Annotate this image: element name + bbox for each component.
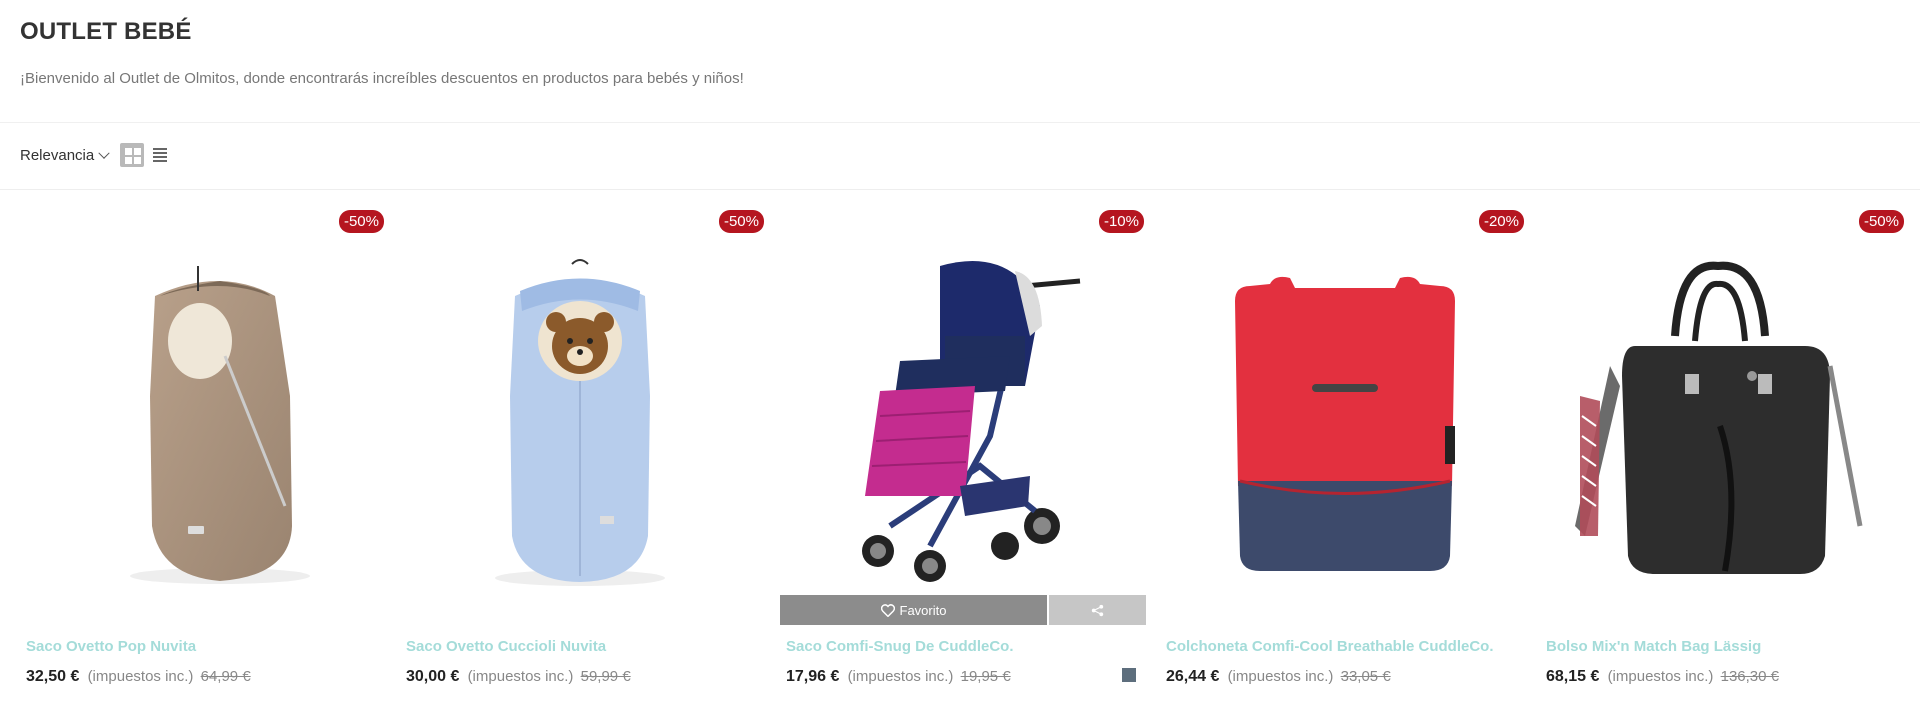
tax-note: (impuestos inc.) bbox=[1227, 668, 1334, 685]
product-image[interactable] bbox=[400, 226, 766, 596]
product-price: 17,96 € bbox=[786, 668, 840, 685]
share-icon bbox=[1091, 604, 1104, 616]
tax-note: (impuestos inc.) bbox=[847, 668, 954, 685]
grid-view-button[interactable] bbox=[120, 143, 144, 167]
page-description: ¡Bienvenido al Outlet de Olmitos, donde … bbox=[20, 70, 744, 87]
product-grid: -50% Saco Ovetto Pop Nuvita 32,50 € (imp… bbox=[0, 206, 1920, 712]
product-name[interactable]: Bolso Mix'n Match Bag Lässig bbox=[1546, 638, 1761, 655]
price-line: 26,44 € (impuestos inc.) 33,05 € bbox=[1166, 668, 1391, 686]
tax-note: (impuestos inc.) bbox=[467, 668, 574, 685]
product-card[interactable]: -20% Colchoneta Comfi-Cool Breathable Cu… bbox=[1160, 206, 1526, 712]
share-button[interactable] bbox=[1049, 595, 1146, 625]
product-card[interactable]: -50% Saco Ovetto Cuccioli Nuvita 30,00 €… bbox=[400, 206, 766, 712]
sort-label: Relevancia bbox=[20, 147, 95, 164]
sort-dropdown[interactable]: Relevancia bbox=[20, 147, 110, 164]
product-image[interactable] bbox=[1160, 226, 1526, 596]
product-toolbar: Relevancia bbox=[0, 122, 1920, 190]
product-image[interactable] bbox=[20, 226, 386, 596]
product-price: 68,15 € bbox=[1546, 668, 1600, 685]
heart-icon bbox=[880, 603, 895, 617]
product-card[interactable]: -50% Saco Ovetto Pop Nuvita 32,50 € (imp… bbox=[20, 206, 386, 712]
old-price: 59,99 € bbox=[580, 668, 631, 685]
old-price: 64,99 € bbox=[200, 668, 251, 685]
price-line: 30,00 € (impuestos inc.) 59,99 € bbox=[406, 668, 631, 686]
product-price: 26,44 € bbox=[1166, 668, 1220, 685]
price-line: 17,96 € (impuestos inc.) 19,95 € bbox=[786, 668, 1011, 686]
favorite-label: Favorito bbox=[899, 602, 947, 618]
price-line: 68,15 € (impuestos inc.) 136,30 € bbox=[1546, 668, 1779, 686]
product-name[interactable]: Colchoneta Comfi-Cool Breathable CuddleC… bbox=[1166, 638, 1494, 655]
page-title: OUTLET BEBÉ bbox=[20, 18, 192, 45]
product-image[interactable] bbox=[1540, 226, 1906, 596]
price-line: 32,50 € (impuestos inc.) 64,99 € bbox=[26, 668, 251, 686]
color-swatch[interactable] bbox=[1122, 668, 1136, 682]
product-image[interactable] bbox=[780, 226, 1146, 596]
product-name[interactable]: Saco Ovetto Pop Nuvita bbox=[26, 638, 196, 655]
favorite-button[interactable]: Favorito bbox=[780, 595, 1047, 625]
tax-note: (impuestos inc.) bbox=[87, 668, 194, 685]
product-card[interactable]: -10% Favorito Saco Comfi-Snug De CuddleC… bbox=[780, 206, 1146, 712]
product-price: 32,50 € bbox=[26, 668, 80, 685]
product-actions: Favorito bbox=[780, 595, 1146, 625]
product-price: 30,00 € bbox=[406, 668, 460, 685]
product-card[interactable]: -50% Bolso Mix'n Match Bag Lässig 68,15 … bbox=[1540, 206, 1906, 712]
old-price: 19,95 € bbox=[960, 668, 1011, 685]
product-name[interactable]: Saco Comfi-Snug De CuddleCo. bbox=[786, 638, 1014, 655]
old-price: 136,30 € bbox=[1720, 668, 1779, 685]
product-name[interactable]: Saco Ovetto Cuccioli Nuvita bbox=[406, 638, 606, 655]
list-view-button[interactable] bbox=[153, 148, 167, 162]
tax-note: (impuestos inc.) bbox=[1607, 668, 1714, 685]
old-price: 33,05 € bbox=[1340, 668, 1391, 685]
chevron-down-icon bbox=[98, 147, 110, 159]
